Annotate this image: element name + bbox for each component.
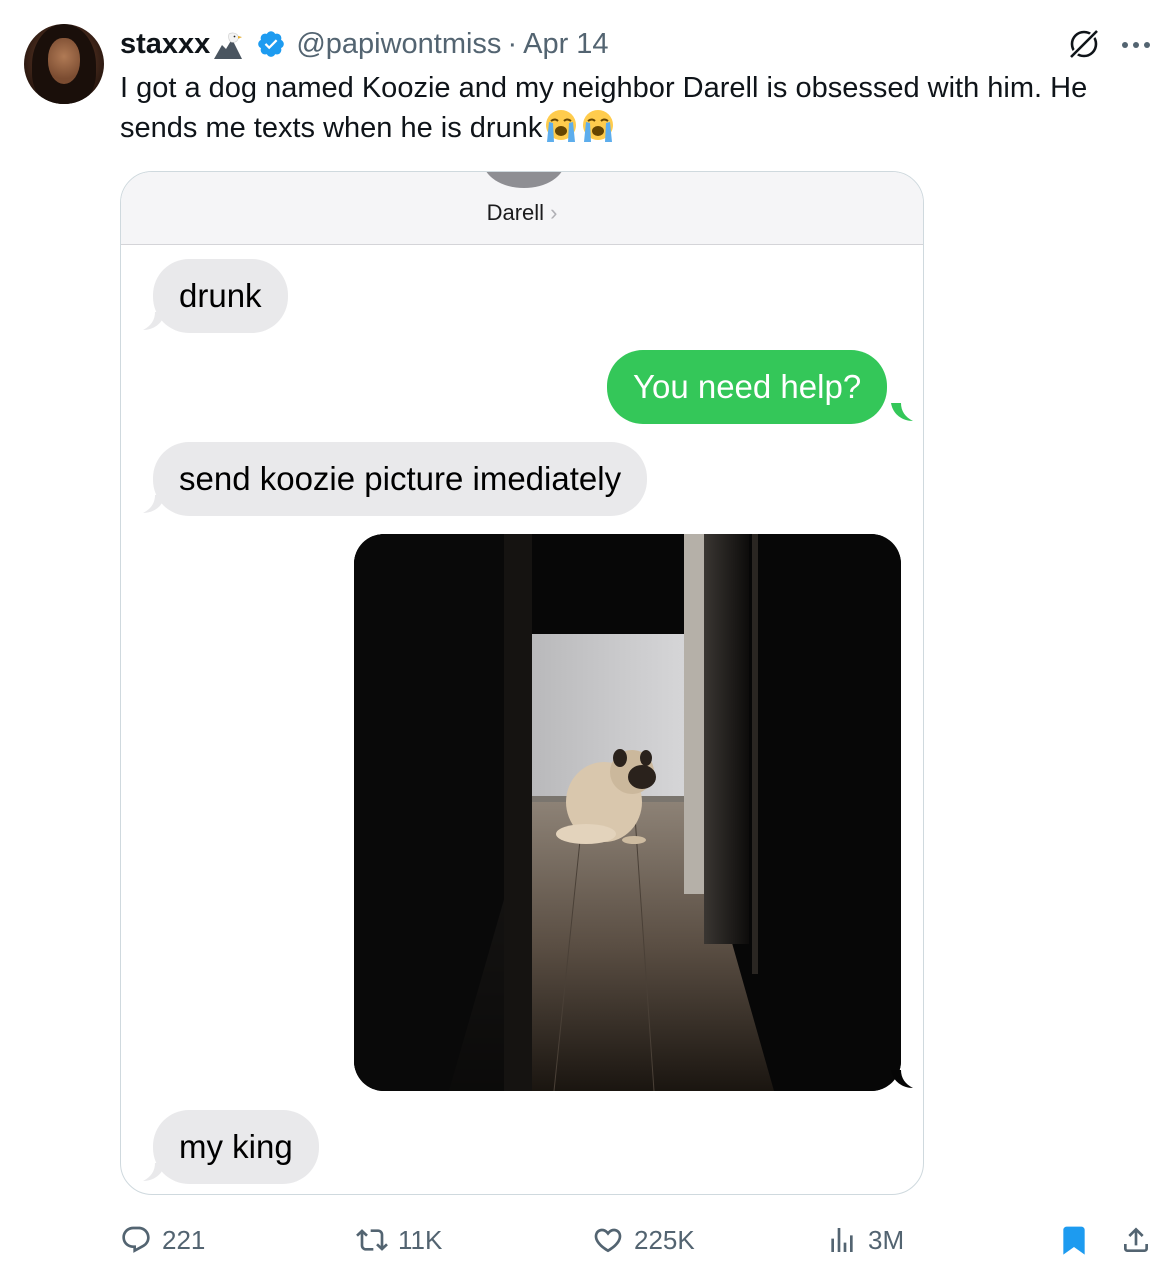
like-button[interactable]: 225K (592, 1220, 695, 1260)
contact-avatar (483, 172, 565, 188)
message-text: drunk (179, 277, 262, 314)
repost-button[interactable]: 11K (356, 1220, 442, 1260)
pug-photo[interactable] (354, 534, 901, 1091)
tweet-header: staxxx @papiwontmiss · Apr 14 (120, 26, 609, 62)
verified-badge-icon[interactable] (256, 29, 286, 59)
eagle-emoji-icon (212, 31, 244, 61)
bubble-tail (143, 495, 165, 513)
views-count: 3M (868, 1224, 905, 1255)
views-icon (831, 1228, 853, 1252)
like-count: 225K (634, 1224, 695, 1255)
display-name[interactable]: staxxx (120, 28, 210, 61)
message-received: drunk (153, 259, 288, 333)
conversation-header: Darell › (121, 172, 923, 245)
bookmark-icon (1063, 1226, 1085, 1255)
tweet-action-bar: 221 11K 225K 3M (0, 1220, 1164, 1264)
message-text: send koozie picture imediately (179, 460, 622, 497)
repost-count: 11K (398, 1224, 443, 1255)
contact-name: Darell (486, 200, 545, 225)
bubble-tail (143, 312, 165, 330)
reply-count: 221 (162, 1224, 206, 1255)
bubble-tail (891, 403, 913, 421)
avatar[interactable] (24, 24, 104, 104)
pug-in-doorway-image (354, 534, 901, 1091)
handle[interactable]: @papiwontmiss (296, 28, 501, 61)
contact-name-row: Darell › (121, 200, 923, 226)
reply-icon (122, 1226, 150, 1253)
bubble-tail (143, 1163, 165, 1181)
message-text: my king (179, 1128, 293, 1165)
bookmark-button[interactable] (1058, 1220, 1100, 1260)
loudly-crying-face-icon (543, 109, 579, 143)
separator-dot: · (507, 27, 518, 60)
like-icon (594, 1228, 622, 1253)
tweet-text: I got a dog named Koozie and my neighbor… (120, 68, 1150, 148)
reply-button[interactable]: 221 (120, 1220, 205, 1260)
message-received: send koozie picture imediately (153, 442, 648, 516)
repost-icon (356, 1229, 388, 1251)
tweet-media-image[interactable]: Darell › drunk You need help? send koozie… (120, 171, 924, 1195)
loudly-crying-face-icon (580, 109, 616, 143)
tweet-date[interactable]: Apr 14 (523, 28, 608, 61)
message-sent: You need help? (607, 350, 888, 424)
chevron-right-icon: › (550, 200, 558, 225)
bubble-tail (891, 1070, 913, 1088)
share-button[interactable] (1120, 1220, 1162, 1260)
message-text: You need help? (633, 368, 862, 405)
share-icon (1124, 1227, 1148, 1252)
views-button[interactable]: 3M (826, 1220, 904, 1260)
more-icon[interactable] (1118, 30, 1154, 60)
message-received: my king (153, 1110, 319, 1184)
grok-icon[interactable] (1066, 26, 1102, 62)
